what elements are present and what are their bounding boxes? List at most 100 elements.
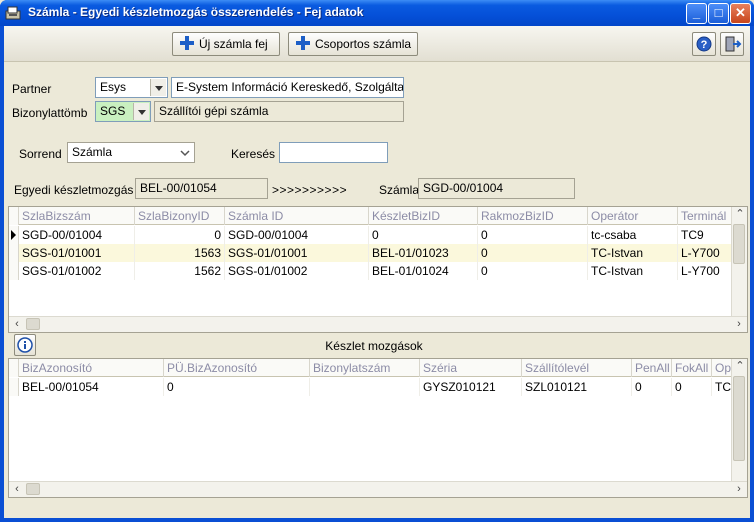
minimize-button[interactable]: _ bbox=[686, 3, 707, 24]
row-indicator[interactable] bbox=[9, 378, 19, 396]
table-cell[interactable]: SGS-01/01001 bbox=[225, 244, 369, 262]
scroll-up-icon[interactable]: ⌃ bbox=[732, 359, 747, 375]
partner-label: Partner bbox=[12, 82, 52, 96]
sort-label: Sorrend bbox=[19, 147, 62, 161]
table-cell[interactable]: SGS-01/01002 bbox=[225, 262, 369, 280]
partner-code-combo[interactable]: Esys bbox=[95, 77, 168, 98]
column-header[interactable]: Terminál bbox=[678, 207, 733, 225]
svg-text:?: ? bbox=[701, 39, 708, 51]
column-header[interactable]: Számla ID bbox=[225, 207, 369, 225]
group-invoice-label: Csoportos számla bbox=[315, 37, 412, 51]
column-header[interactable]: Szállítólevél bbox=[522, 359, 632, 377]
table-cell[interactable]: 1563 bbox=[135, 244, 225, 262]
window-title: Számla - Egyedi készletmozgás összerende… bbox=[28, 5, 364, 19]
column-header[interactable]: PenAll bbox=[632, 359, 672, 377]
new-invoice-label: Új számla fej bbox=[199, 37, 268, 51]
table-cell[interactable]: 0 bbox=[164, 378, 310, 396]
table-cell[interactable]: 0 bbox=[478, 262, 588, 280]
table-cell[interactable]: L-Y700 bbox=[678, 262, 733, 280]
movements-grid[interactable]: BizAzonosító PÜ.BizAzonosító Bizonylatszám… bbox=[8, 358, 748, 498]
table-cell[interactable]: SGS-01/01001 bbox=[19, 244, 135, 262]
column-header[interactable]: BizAzonosító bbox=[19, 359, 164, 377]
scroll-thumb[interactable] bbox=[733, 224, 745, 264]
movements-grid-vscrollbar[interactable]: ⌃ bbox=[731, 359, 747, 481]
table-cell[interactable]: 0 bbox=[672, 378, 712, 396]
table-row[interactable]: BEL-00/01054 0 GYSZ010121 SZL010121 0 0 TC bbox=[9, 378, 742, 396]
scroll-thumb[interactable] bbox=[733, 376, 745, 461]
table-cell[interactable]: 0 bbox=[632, 378, 672, 396]
column-header[interactable]: FokAll bbox=[672, 359, 712, 377]
plus-icon bbox=[180, 36, 194, 50]
column-header[interactable]: PÜ.BizAzonosító bbox=[164, 359, 310, 377]
plus-icon bbox=[296, 36, 310, 50]
table-cell[interactable]: SGD-00/01004 bbox=[225, 226, 369, 244]
table-row[interactable]: SGS-01/01002 1562 SGS-01/01002 BEL-01/01024… bbox=[9, 262, 733, 280]
table-cell[interactable]: tc-csaba bbox=[588, 226, 678, 244]
sort-value: Számla bbox=[72, 145, 113, 159]
doc-block-label: Bizonylattömb bbox=[12, 106, 88, 120]
column-header[interactable]: Operátor bbox=[588, 207, 678, 225]
window-bottom-border bbox=[0, 518, 754, 522]
chevron-down-icon[interactable] bbox=[133, 103, 149, 120]
column-header[interactable]: KészletBizID bbox=[369, 207, 478, 225]
partner-name-field[interactable]: E-System Információ Kereskedő, Szolgálta bbox=[171, 77, 404, 98]
close-button[interactable]: ✕ bbox=[730, 3, 751, 24]
table-cell[interactable]: 0 bbox=[135, 226, 225, 244]
column-header[interactable]: SzlaBizszám bbox=[19, 207, 135, 225]
scroll-thumb[interactable] bbox=[26, 318, 40, 330]
sort-combo[interactable]: Számla bbox=[67, 142, 195, 163]
table-cell[interactable]: L-Y700 bbox=[678, 244, 733, 262]
new-invoice-button[interactable]: Új számla fej bbox=[172, 32, 280, 56]
table-cell[interactable]: SGD-00/01004 bbox=[19, 226, 135, 244]
title-bar[interactable]: Számla - Egyedi készletmozgás összerende… bbox=[0, 0, 754, 26]
invoice-field: SGD-00/01004 bbox=[418, 178, 575, 199]
search-input[interactable] bbox=[279, 142, 388, 163]
table-cell[interactable]: 0 bbox=[478, 226, 588, 244]
table-cell[interactable]: TC9 bbox=[678, 226, 733, 244]
chevron-down-icon[interactable] bbox=[150, 79, 166, 96]
table-cell[interactable]: BEL-00/01054 bbox=[19, 378, 164, 396]
doc-block-code-combo[interactable]: SGS bbox=[95, 101, 151, 122]
column-header[interactable]: SzlaBizonyID bbox=[135, 207, 225, 225]
exit-button[interactable] bbox=[720, 32, 744, 56]
scroll-left-icon[interactable]: ‹ bbox=[9, 482, 25, 497]
table-cell[interactable]: BEL-01/01023 bbox=[369, 244, 478, 262]
column-header[interactable]: Széria bbox=[420, 359, 522, 377]
maximize-button[interactable]: □ bbox=[708, 3, 729, 24]
scroll-right-icon[interactable]: › bbox=[731, 317, 747, 332]
scroll-right-icon[interactable]: › bbox=[731, 482, 747, 497]
scroll-thumb[interactable] bbox=[26, 483, 40, 495]
table-cell[interactable]: 0 bbox=[478, 244, 588, 262]
partner-code-value: Esys bbox=[100, 80, 127, 94]
search-label: Keresés bbox=[231, 147, 276, 161]
table-cell[interactable]: SGS-01/01002 bbox=[19, 262, 135, 280]
movement-field: BEL-00/01054 bbox=[135, 178, 268, 199]
doc-block-name-value: Szállítói gépi számla bbox=[159, 104, 269, 118]
scroll-up-icon[interactable]: ⌃ bbox=[732, 207, 747, 223]
row-indicator[interactable] bbox=[9, 226, 19, 244]
movements-grid-hscrollbar[interactable]: ‹ › bbox=[9, 481, 747, 497]
invoice-grid-hscrollbar[interactable]: ‹ › bbox=[9, 316, 747, 332]
group-invoice-button[interactable]: Csoportos számla bbox=[288, 32, 418, 56]
info-button[interactable] bbox=[14, 334, 36, 356]
row-indicator[interactable] bbox=[9, 262, 19, 280]
invoice-grid-vscrollbar[interactable]: ⌃ bbox=[731, 207, 747, 316]
table-cell[interactable]: BEL-01/01024 bbox=[369, 262, 478, 280]
column-header[interactable]: RakmozBizID bbox=[478, 207, 588, 225]
row-indicator[interactable] bbox=[9, 244, 19, 262]
table-cell[interactable] bbox=[310, 378, 420, 396]
scroll-left-icon[interactable]: ‹ bbox=[9, 317, 25, 332]
table-cell[interactable]: 1562 bbox=[135, 262, 225, 280]
invoice-grid[interactable]: SzlaBizszám SzlaBizonyID Számla ID KészletB… bbox=[8, 206, 748, 333]
table-cell[interactable]: GYSZ010121 bbox=[420, 378, 522, 396]
chevron-down-icon bbox=[180, 150, 190, 157]
table-row[interactable]: SGD-00/01004 0 SGD-00/01004 0 0 tc-csaba TC9 bbox=[9, 226, 733, 244]
table-cell[interactable]: TC-Istvan bbox=[588, 262, 678, 280]
table-row[interactable]: SGS-01/01001 1563 SGS-01/01001 BEL-01/01023… bbox=[9, 244, 733, 262]
help-button[interactable]: ? bbox=[692, 32, 716, 56]
row-indicator-header bbox=[9, 359, 19, 377]
table-cell[interactable]: TC-Istvan bbox=[588, 244, 678, 262]
column-header[interactable]: Bizonylatszám bbox=[310, 359, 420, 377]
table-cell[interactable]: 0 bbox=[369, 226, 478, 244]
table-cell[interactable]: SZL010121 bbox=[522, 378, 632, 396]
